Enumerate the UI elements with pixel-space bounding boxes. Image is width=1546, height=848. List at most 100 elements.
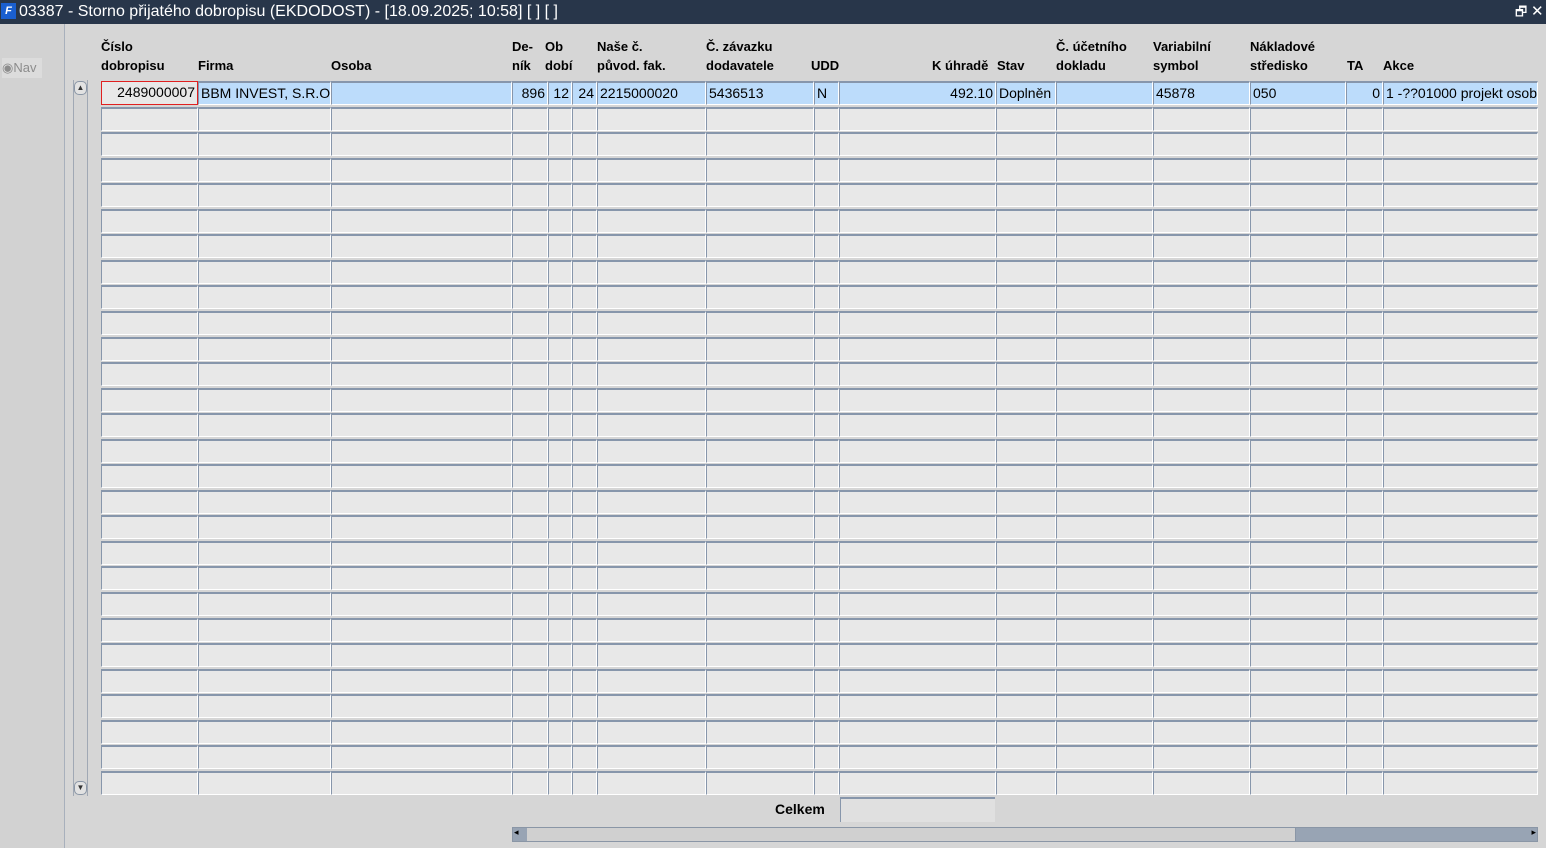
empty-cell[interactable] bbox=[996, 490, 1056, 514]
empty-cell[interactable] bbox=[548, 234, 572, 258]
empty-cell[interactable] bbox=[1153, 694, 1250, 718]
scroll-right-icon[interactable]: ▸ bbox=[1531, 827, 1536, 838]
empty-cell[interactable] bbox=[814, 439, 839, 463]
empty-cell[interactable] bbox=[597, 669, 706, 693]
empty-cell[interactable] bbox=[597, 311, 706, 335]
empty-cell[interactable] bbox=[101, 311, 198, 335]
empty-cell[interactable] bbox=[572, 413, 597, 437]
empty-cell[interactable] bbox=[1153, 183, 1250, 207]
empty-cell[interactable] bbox=[548, 183, 572, 207]
empty-cell[interactable] bbox=[548, 158, 572, 182]
empty-cell[interactable] bbox=[198, 490, 331, 514]
empty-cell[interactable] bbox=[548, 439, 572, 463]
empty-cell[interactable] bbox=[597, 566, 706, 590]
empty-cell[interactable] bbox=[1153, 771, 1250, 795]
empty-cell[interactable] bbox=[1153, 362, 1250, 386]
empty-cell[interactable] bbox=[198, 720, 331, 744]
empty-cell[interactable] bbox=[572, 694, 597, 718]
empty-cell[interactable] bbox=[331, 694, 512, 718]
empty-cell[interactable] bbox=[814, 592, 839, 616]
empty-cell[interactable] bbox=[1250, 107, 1346, 131]
empty-cell[interactable] bbox=[198, 439, 331, 463]
empty-cell[interactable] bbox=[572, 592, 597, 616]
empty-cell[interactable] bbox=[839, 515, 996, 539]
empty-cell[interactable] bbox=[572, 362, 597, 386]
empty-cell[interactable] bbox=[706, 515, 814, 539]
empty-cell[interactable] bbox=[331, 618, 512, 642]
empty-cell[interactable] bbox=[839, 669, 996, 693]
empty-cell[interactable] bbox=[101, 260, 198, 284]
empty-cell[interactable] bbox=[706, 618, 814, 642]
empty-cell[interactable] bbox=[331, 771, 512, 795]
empty-cell[interactable] bbox=[1383, 541, 1538, 565]
empty-cell[interactable] bbox=[512, 158, 548, 182]
empty-cell[interactable] bbox=[597, 439, 706, 463]
empty-cell[interactable] bbox=[1153, 158, 1250, 182]
empty-cell[interactable] bbox=[101, 362, 198, 386]
empty-cell[interactable] bbox=[572, 260, 597, 284]
empty-cell[interactable] bbox=[1250, 541, 1346, 565]
empty-cell[interactable] bbox=[331, 132, 512, 156]
empty-cell[interactable] bbox=[512, 388, 548, 412]
empty-cell[interactable] bbox=[1250, 515, 1346, 539]
empty-cell[interactable] bbox=[1250, 490, 1346, 514]
empty-cell[interactable] bbox=[814, 720, 839, 744]
empty-cell[interactable] bbox=[597, 209, 706, 233]
empty-cell[interactable] bbox=[331, 720, 512, 744]
horizontal-scrollbar[interactable]: ◂ ▸ bbox=[512, 827, 1538, 842]
table-cell[interactable]: 896 bbox=[512, 81, 548, 105]
empty-cell[interactable] bbox=[1250, 234, 1346, 258]
empty-cell[interactable] bbox=[1250, 566, 1346, 590]
empty-cell[interactable] bbox=[101, 490, 198, 514]
empty-cell[interactable] bbox=[706, 234, 814, 258]
empty-cell[interactable] bbox=[597, 388, 706, 412]
empty-cell[interactable] bbox=[1383, 107, 1538, 131]
empty-cell[interactable] bbox=[1056, 413, 1153, 437]
empty-cell[interactable] bbox=[706, 669, 814, 693]
empty-cell[interactable] bbox=[1346, 285, 1383, 309]
empty-cell[interactable] bbox=[706, 285, 814, 309]
empty-cell[interactable] bbox=[572, 183, 597, 207]
empty-cell[interactable] bbox=[814, 618, 839, 642]
empty-cell[interactable] bbox=[548, 541, 572, 565]
empty-cell[interactable] bbox=[1346, 592, 1383, 616]
empty-cell[interactable] bbox=[597, 720, 706, 744]
empty-cell[interactable] bbox=[996, 771, 1056, 795]
empty-cell[interactable] bbox=[512, 234, 548, 258]
empty-cell[interactable] bbox=[996, 439, 1056, 463]
empty-cell[interactable] bbox=[839, 413, 996, 437]
empty-cell[interactable] bbox=[706, 592, 814, 616]
empty-cell[interactable] bbox=[1153, 541, 1250, 565]
empty-cell[interactable] bbox=[1056, 592, 1153, 616]
empty-cell[interactable] bbox=[1250, 183, 1346, 207]
empty-cell[interactable] bbox=[512, 745, 548, 769]
empty-cell[interactable] bbox=[1153, 669, 1250, 693]
empty-cell[interactable] bbox=[706, 464, 814, 488]
empty-cell[interactable] bbox=[101, 566, 198, 590]
empty-cell[interactable] bbox=[996, 311, 1056, 335]
empty-cell[interactable] bbox=[548, 745, 572, 769]
empty-cell[interactable] bbox=[996, 107, 1056, 131]
empty-cell[interactable] bbox=[512, 490, 548, 514]
empty-cell[interactable] bbox=[839, 311, 996, 335]
table-cell[interactable]: 492.10 bbox=[839, 81, 996, 105]
empty-cell[interactable] bbox=[1383, 183, 1538, 207]
empty-cell[interactable] bbox=[1250, 285, 1346, 309]
empty-cell[interactable] bbox=[548, 388, 572, 412]
empty-cell[interactable] bbox=[331, 285, 512, 309]
empty-cell[interactable] bbox=[548, 643, 572, 667]
empty-cell[interactable] bbox=[101, 183, 198, 207]
close-icon[interactable]: ✕ bbox=[1531, 0, 1544, 24]
empty-cell[interactable] bbox=[198, 745, 331, 769]
empty-cell[interactable] bbox=[1153, 107, 1250, 131]
empty-cell[interactable] bbox=[839, 745, 996, 769]
empty-cell[interactable] bbox=[1383, 413, 1538, 437]
empty-cell[interactable] bbox=[1383, 311, 1538, 335]
empty-cell[interactable] bbox=[839, 694, 996, 718]
empty-cell[interactable] bbox=[548, 618, 572, 642]
empty-cell[interactable] bbox=[1056, 260, 1153, 284]
empty-cell[interactable] bbox=[548, 490, 572, 514]
table-cell[interactable]: 2489000007 bbox=[101, 81, 198, 105]
table-cell[interactable]: 0 bbox=[1346, 81, 1383, 105]
empty-cell[interactable] bbox=[1153, 132, 1250, 156]
